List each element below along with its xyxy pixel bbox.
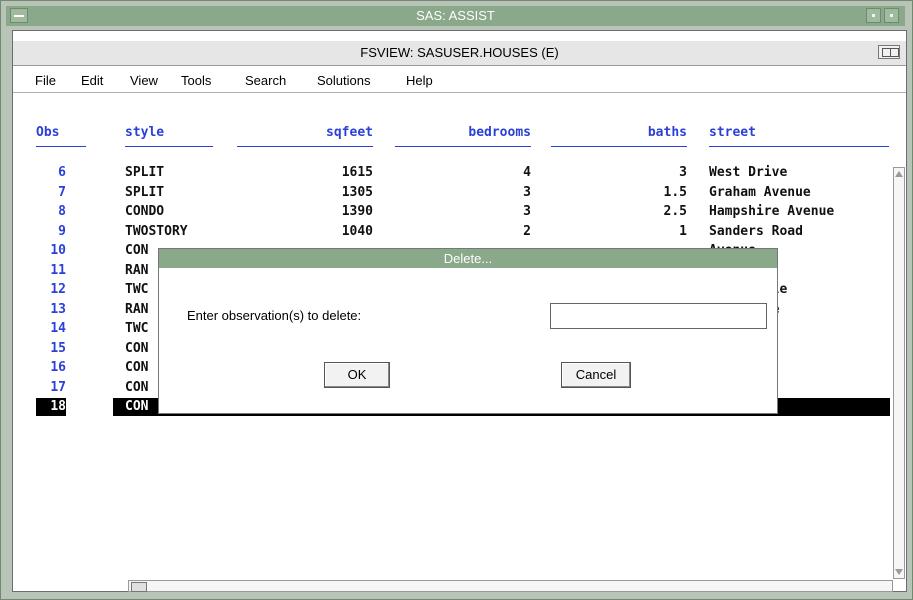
column-header-bedrooms[interactable]: bedrooms (395, 120, 531, 147)
table-cell-street[interactable]: Graham Avenue (709, 184, 891, 202)
table-cell-obs[interactable]: 14 (36, 320, 66, 338)
fsview-title: FSVIEW: SASUSER.HOUSES (E) (360, 45, 559, 60)
menu-edit[interactable]: Edit (81, 70, 103, 92)
menu-tools[interactable]: Tools (181, 70, 211, 92)
menu-search[interactable]: Search (245, 70, 286, 92)
scroll-down-icon[interactable] (895, 569, 903, 575)
scroll-up-icon[interactable] (895, 171, 903, 177)
table-cell-sqfeet[interactable]: 1040 (237, 223, 373, 241)
table-cell-obs[interactable]: 13 (36, 301, 66, 319)
table-cell-obs[interactable]: 17 (36, 379, 66, 397)
menu-bar: File Edit View Tools Search Solutions He… (13, 70, 906, 93)
table-cell-obs[interactable]: 18 (36, 398, 66, 416)
table-cell-bedrooms[interactable]: 3 (395, 184, 531, 202)
column-header-baths[interactable]: baths (551, 120, 687, 147)
restore-icon[interactable] (878, 45, 900, 59)
table-cell-street[interactable]: West Drive (709, 164, 891, 182)
app-title: SAS: ASSIST (416, 8, 495, 23)
table-cell-bedrooms[interactable]: 3 (395, 203, 531, 221)
column-header-sqfeet[interactable]: sqfeet (237, 120, 373, 147)
system-menu-icon[interactable] (10, 8, 28, 23)
menu-view[interactable]: View (130, 70, 158, 92)
maximize-icon[interactable] (884, 8, 899, 23)
table-cell-baths[interactable]: 1.5 (551, 184, 687, 202)
ok-button[interactable]: OK (324, 362, 390, 388)
table-cell-obs[interactable]: 7 (36, 184, 66, 202)
table-cell-obs[interactable]: 11 (36, 262, 66, 280)
table-cell-obs[interactable]: 10 (36, 242, 66, 260)
fsview-title-bar[interactable]: FSVIEW: SASUSER.HOUSES (E) (13, 41, 906, 66)
column-header-style[interactable]: style (125, 120, 213, 147)
table-cell-street[interactable]: Hampshire Avenue (709, 203, 891, 221)
table-cell-obs[interactable]: 15 (36, 340, 66, 358)
table-cell-sqfeet[interactable]: 1615 (237, 164, 373, 182)
horizontal-scrollbar[interactable] (128, 580, 893, 592)
table-cell-sqfeet[interactable]: 1305 (237, 184, 373, 202)
table-cell-obs[interactable]: 12 (36, 281, 66, 299)
vertical-scrollbar[interactable] (893, 167, 905, 579)
menu-solutions[interactable]: Solutions (317, 70, 370, 92)
table-cell-style[interactable]: SPLIT (125, 184, 235, 202)
table-cell-sqfeet[interactable]: 1390 (237, 203, 373, 221)
column-header-obs[interactable]: Obs (36, 120, 86, 147)
table-cell-style[interactable]: CONDO (125, 203, 235, 221)
cancel-button[interactable]: Cancel (561, 362, 631, 388)
table-cell-baths[interactable]: 1 (551, 223, 687, 241)
scroll-thumb[interactable] (131, 582, 147, 592)
column-header-street[interactable]: street (709, 120, 889, 147)
menu-file[interactable]: File (35, 70, 56, 92)
table-cell-obs[interactable]: 6 (36, 164, 66, 182)
delete-dialog: Delete... Enter observation(s) to delete… (158, 248, 778, 414)
observation-input[interactable] (550, 303, 767, 329)
window-controls (866, 8, 900, 23)
app-title-bar[interactable]: SAS: ASSIST (6, 6, 905, 26)
table-cell-obs[interactable]: 8 (36, 203, 66, 221)
table-cell-baths[interactable]: 2.5 (551, 203, 687, 221)
table-cell-street[interactable]: Sanders Road (709, 223, 891, 241)
table-cell-bedrooms[interactable]: 2 (395, 223, 531, 241)
table-cell-style[interactable]: SPLIT (125, 164, 235, 182)
minimize-icon[interactable] (866, 8, 881, 23)
table-cell-style[interactable]: TWOSTORY (125, 223, 235, 241)
table-cell-bedrooms[interactable]: 4 (395, 164, 531, 182)
dialog-title: Delete... (159, 249, 777, 268)
delete-prompt-label: Enter observation(s) to delete: (187, 308, 362, 323)
table-cell-baths[interactable]: 3 (551, 164, 687, 182)
menu-help[interactable]: Help (406, 70, 433, 92)
table-cell-obs[interactable]: 9 (36, 223, 66, 241)
table-cell-obs[interactable]: 16 (36, 359, 66, 377)
